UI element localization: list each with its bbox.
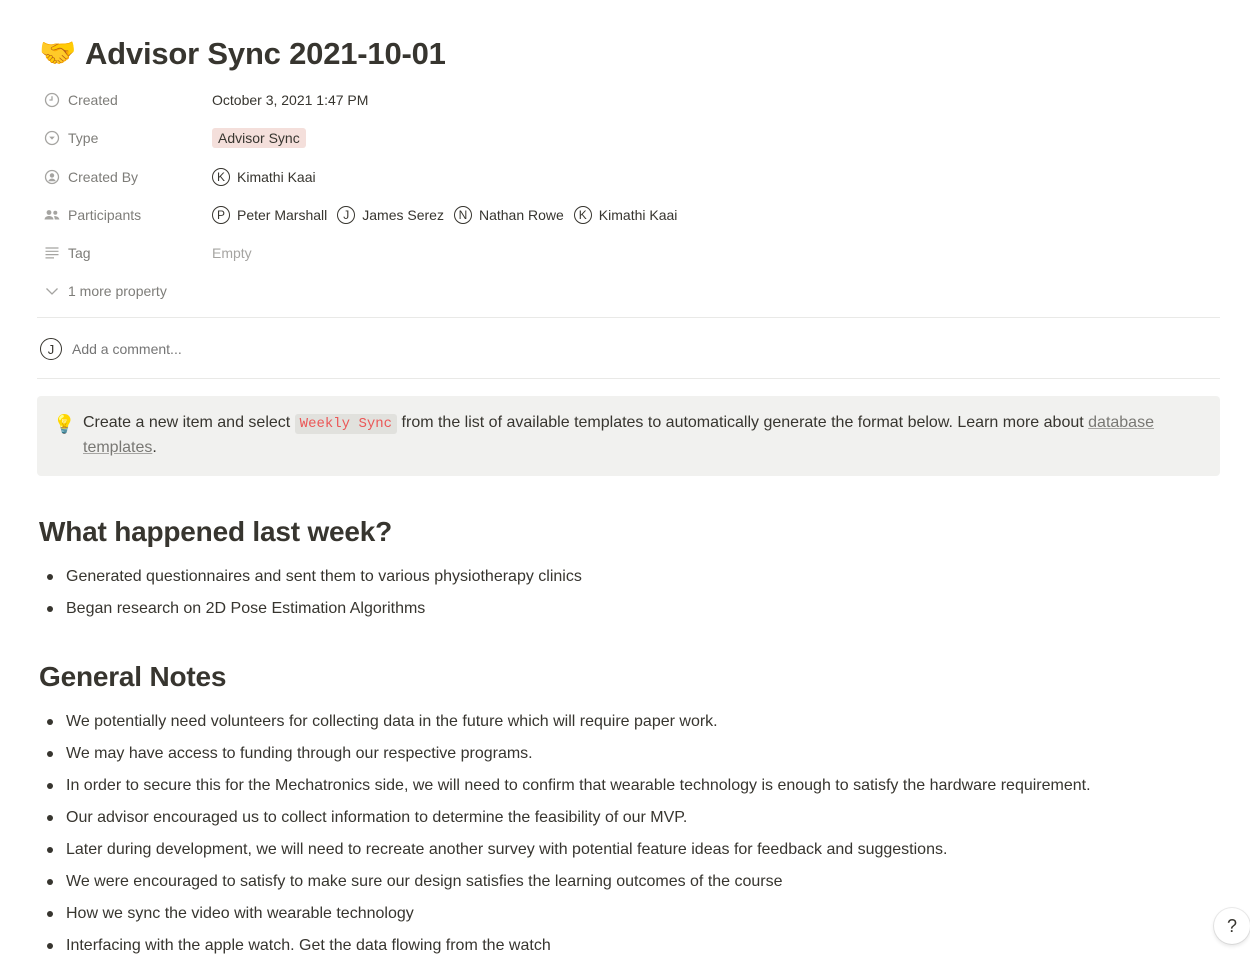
list-item[interactable]: In order to secure this for the Mechatro… <box>37 770 1220 802</box>
list-item[interactable]: Interfacing with the apple watch. Get th… <box>37 930 1220 962</box>
property-tag: Tag Empty <box>37 234 1220 272</box>
person-chip[interactable]: N Nathan Rowe <box>453 206 564 224</box>
list-item[interactable]: Began research on 2D Pose Estimation Alg… <box>37 593 1220 625</box>
list-item[interactable]: We were encouraged to satisfy to make su… <box>37 866 1220 898</box>
avatar: K <box>573 206 592 224</box>
avatar: J <box>40 338 62 360</box>
people-icon <box>42 205 62 225</box>
person-icon <box>42 167 62 187</box>
divider <box>37 378 1220 379</box>
person-name: James Serez <box>362 207 444 223</box>
property-tag-name[interactable]: Tag <box>37 243 212 263</box>
person-name: Kimathi Kaai <box>237 169 316 185</box>
property-participants-name[interactable]: Participants <box>37 205 212 225</box>
list-item[interactable]: We may have access to funding through ou… <box>37 738 1220 770</box>
property-created: Created October 3, 2021 1:47 PM <box>37 81 1220 119</box>
comment-input[interactable] <box>72 341 472 357</box>
property-type: Type Advisor Sync <box>37 119 1220 157</box>
list-item[interactable]: We potentially need volunteers for colle… <box>37 706 1220 738</box>
page-title[interactable]: Advisor Sync 2021-10-01 <box>85 36 446 72</box>
list-item[interactable]: Later during development, we will need t… <box>37 834 1220 866</box>
property-participants: Participants P Peter Marshall J James Se… <box>37 196 1220 234</box>
property-created-by-value[interactable]: K Kimathi Kaai <box>212 168 326 186</box>
page-header: 🤝 Advisor Sync 2021-10-01 <box>39 34 446 74</box>
section-heading[interactable]: What happened last week? <box>39 516 392 548</box>
callout-text: Create a new item and select Weekly Sync… <box>83 414 1154 456</box>
person-chip[interactable]: K Kimathi Kaai <box>573 206 678 224</box>
type-tag[interactable]: Advisor Sync <box>212 128 306 148</box>
property-participants-value[interactable]: P Peter Marshall J James Serez N Nathan … <box>212 206 687 224</box>
help-button[interactable]: ? <box>1214 908 1250 944</box>
avatar: K <box>212 168 230 186</box>
bullet-list: We potentially need volunteers for colle… <box>37 706 1220 962</box>
more-properties-label: 1 more property <box>68 283 167 299</box>
property-type-name[interactable]: Type <box>37 128 212 148</box>
callout-block[interactable]: 💡 Create a new item and select Weekly Sy… <box>37 396 1220 476</box>
section-heading[interactable]: General Notes <box>39 661 226 693</box>
inline-code: Weekly Sync <box>294 414 398 434</box>
list-item[interactable]: Our advisor encouraged us to collect inf… <box>37 802 1220 834</box>
person-chip[interactable]: K Kimathi Kaai <box>212 168 316 186</box>
lightbulb-icon[interactable]: 💡 <box>53 414 75 435</box>
person-name: Nathan Rowe <box>478 207 564 223</box>
list-item[interactable]: How we sync the video with wearable tech… <box>37 898 1220 930</box>
more-properties-toggle[interactable]: 1 more property <box>37 272 1220 310</box>
property-created-value[interactable]: October 3, 2021 1:47 PM <box>212 92 368 108</box>
person-chip[interactable]: P Peter Marshall <box>212 206 327 224</box>
property-created-name[interactable]: Created <box>37 90 212 110</box>
list-item[interactable]: Generated questionnaires and sent them t… <box>37 561 1220 593</box>
property-type-value[interactable]: Advisor Sync <box>212 128 306 148</box>
page-emoji-icon[interactable]: 🤝 <box>39 34 77 74</box>
comment-bar: J <box>37 336 472 362</box>
person-name: Peter Marshall <box>237 207 328 223</box>
text-lines-icon <box>42 243 62 263</box>
select-icon <box>42 128 62 148</box>
property-created-by-name[interactable]: Created By <box>37 167 212 187</box>
clock-icon <box>42 90 62 110</box>
divider <box>37 317 1220 318</box>
person-name: Kimathi Kaai <box>598 207 678 223</box>
avatar: J <box>337 206 356 224</box>
person-chip[interactable]: J James Serez <box>337 206 444 224</box>
avatar: P <box>212 206 230 224</box>
bullet-list: Generated questionnaires and sent them t… <box>37 561 1220 625</box>
property-tag-value[interactable]: Empty <box>212 245 252 261</box>
avatar: N <box>453 206 472 224</box>
property-created-by: Created By K Kimathi Kaai <box>37 158 1220 196</box>
chevron-down-icon <box>42 281 62 301</box>
